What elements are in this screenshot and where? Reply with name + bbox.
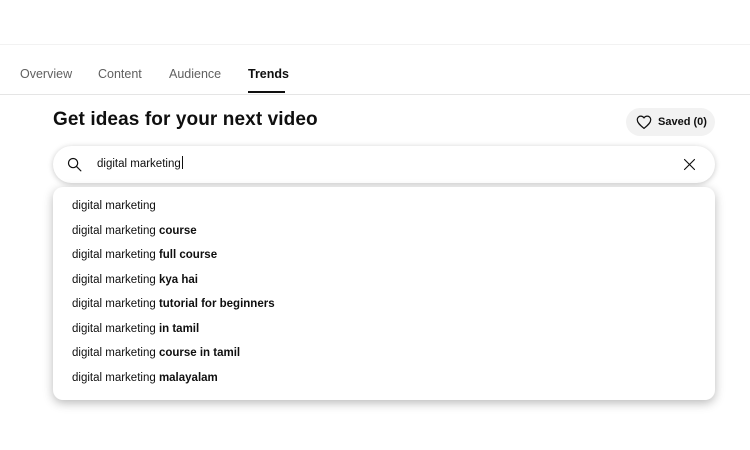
search-input[interactable]: digital marketing: [97, 146, 183, 183]
suggestion-completion: course: [158, 224, 197, 237]
page: Overview Content Audience Trends Get ide…: [0, 0, 750, 450]
suggestion-prefix: digital marketing: [72, 371, 159, 384]
suggestion-completion: course in tamil: [158, 347, 241, 359]
suggestion-item[interactable]: digital marketing kya hai: [53, 268, 715, 293]
tab-bar: Overview Content Audience Trends: [0, 44, 750, 95]
suggestion-item[interactable]: digital marketing: [53, 194, 715, 219]
saved-button[interactable]: Saved (0): [626, 108, 715, 136]
suggestion-item[interactable]: digital marketing malayalam: [53, 366, 715, 391]
tab-content[interactable]: Content: [98, 44, 142, 94]
tab-overview[interactable]: Overview: [20, 44, 72, 94]
suggestion-completion: full course: [158, 249, 218, 261]
suggestion-prefix: digital marketing: [72, 273, 159, 286]
suggestion-completion: malayalam: [158, 371, 218, 384]
text-caret: [181, 156, 183, 169]
suggestion-item[interactable]: digital marketing tutorial for beginners: [53, 292, 715, 317]
search-box[interactable]: digital marketing: [53, 146, 715, 183]
suggestion-prefix: digital marketing: [72, 200, 156, 212]
suggestion-completion: kya hai: [158, 273, 198, 286]
suggestion-item[interactable]: digital marketing full course: [53, 243, 715, 268]
page-title: Get ideas for your next video: [53, 109, 318, 130]
suggestion-prefix: digital marketing: [72, 298, 159, 310]
search-input-value: digital marketing: [97, 158, 181, 170]
saved-count-label: Saved (0): [658, 116, 707, 128]
tab-audience[interactable]: Audience: [169, 44, 221, 94]
suggestion-item[interactable]: digital marketing course in tamil: [53, 341, 715, 366]
suggestion-prefix: digital marketing: [72, 347, 159, 359]
suggestion-prefix: digital marketing: [72, 249, 159, 261]
suggestion-prefix: digital marketing: [72, 322, 159, 335]
suggestion-completion: tutorial for beginners: [158, 298, 275, 310]
top-bar: [0, 0, 750, 45]
active-tab-indicator: [248, 91, 285, 93]
suggestion-item[interactable]: digital marketing course: [53, 219, 715, 244]
search-icon: [67, 157, 82, 172]
heart-icon: [636, 115, 652, 129]
close-icon[interactable]: [682, 157, 697, 172]
suggestion-item[interactable]: digital marketing in tamil: [53, 317, 715, 342]
suggestions-dropdown: digital marketing digital marketing cour…: [53, 187, 715, 400]
suggestion-prefix: digital marketing: [72, 224, 159, 237]
tab-trends[interactable]: Trends: [248, 44, 289, 94]
suggestion-completion: in tamil: [158, 322, 200, 335]
